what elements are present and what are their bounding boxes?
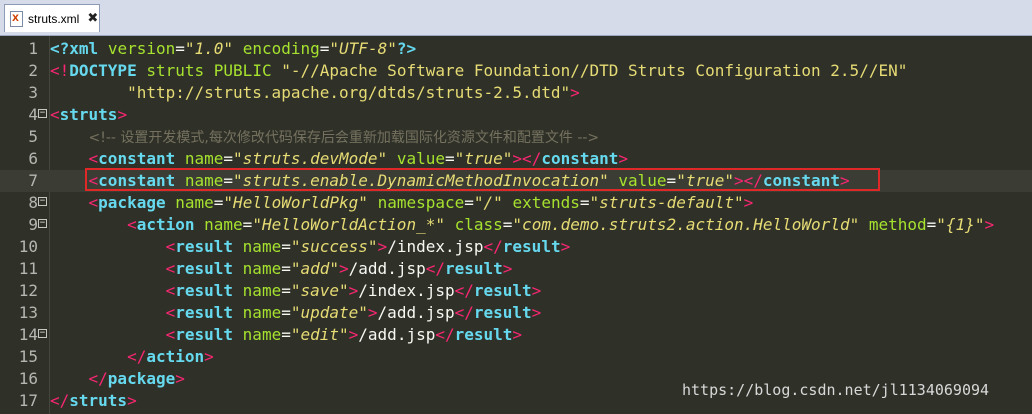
line-number: 5: [28, 127, 38, 146]
line-number: 16: [18, 369, 38, 388]
code-text: <?xml version="1.0" encoding="UTF-8"?>: [50, 39, 417, 58]
watermark: https://blog.csdn.net/jl1134069094: [682, 381, 990, 399]
line-number: 2: [28, 61, 38, 80]
tab-bar: X struts.xml ✖: [0, 0, 1032, 36]
fold-toggle-icon[interactable]: −: [38, 109, 47, 118]
code-text: "http://struts.apache.org/dtds/struts-2.…: [127, 83, 580, 102]
line-number: 6: [28, 149, 38, 168]
code-line-9[interactable]: 9 − <action name="HelloWorldAction_*" cl…: [0, 214, 1032, 236]
code-text: </struts>: [50, 391, 137, 410]
code-line-14[interactable]: 14 − <result name="edit">/add.jsp</resul…: [0, 324, 1032, 346]
code-editor[interactable]: 1 <?xml version="1.0" encoding="UTF-8"?>…: [0, 36, 1032, 414]
xml-file-icon: X: [10, 10, 23, 27]
code-text: </package>: [88, 369, 185, 388]
tab-struts-xml[interactable]: X struts.xml ✖: [4, 4, 100, 32]
line-number: 10: [18, 237, 38, 256]
line-number: 15: [18, 347, 38, 366]
code-text: <!-- 设置开发模式,每次修改代码保存后会重新加载国际化资源文件和配置文件 -…: [88, 130, 600, 146]
line-number: 7: [28, 171, 38, 190]
line-number: 12: [18, 281, 38, 300]
code-line-12[interactable]: 12 <result name="save">/index.jsp</resul…: [0, 280, 1032, 302]
code-line-15[interactable]: 15 </action>: [0, 346, 1032, 368]
code-line-3[interactable]: 3 "http://struts.apache.org/dtds/struts-…: [0, 82, 1032, 104]
line-number: 11: [18, 259, 38, 278]
fold-toggle-icon[interactable]: −: [38, 329, 47, 338]
code-text: <!DOCTYPE struts PUBLIC "-//Apache Softw…: [50, 61, 908, 80]
code-line-2[interactable]: 2 <!DOCTYPE struts PUBLIC "-//Apache Sof…: [0, 60, 1032, 82]
line-number: 13: [18, 303, 38, 322]
line-number: 1: [28, 39, 38, 58]
code-text: <result name="update">/add.jsp</result>: [165, 303, 542, 322]
code-line-8[interactable]: 8 − <package name="HelloWorldPkg" namesp…: [0, 192, 1032, 214]
code-text: <result name="success">/index.jsp</resul…: [165, 237, 571, 256]
code-text: <result name="edit">/add.jsp</result>: [165, 325, 523, 344]
tab-label: struts.xml: [28, 11, 80, 26]
code-line-10[interactable]: 10 <result name="success">/index.jsp</re…: [0, 236, 1032, 258]
code-line-1[interactable]: 1 <?xml version="1.0" encoding="UTF-8"?>: [0, 38, 1032, 60]
code-text: <action name="HelloWorldAction_*" class=…: [127, 215, 995, 234]
code-line-11[interactable]: 11 <result name="add">/add.jsp</result>: [0, 258, 1032, 280]
code-line-4[interactable]: 4 − <struts>: [0, 104, 1032, 126]
code-line-7[interactable]: 7 <constant name="struts.enable.DynamicM…: [0, 170, 1032, 192]
code-text: <struts>: [50, 105, 128, 124]
fold-toggle-icon[interactable]: −: [38, 219, 47, 228]
code-text: <constant name="struts.enable.DynamicMet…: [88, 171, 850, 190]
code-text: <package name="HelloWorldPkg" namespace=…: [88, 193, 754, 212]
line-number: 14: [18, 325, 38, 344]
code-text: <result name="add">/add.jsp</result>: [165, 259, 513, 278]
code-line-6[interactable]: 6 <constant name="struts.devMode" value=…: [0, 148, 1032, 170]
code-line-13[interactable]: 13 <result name="update">/add.jsp</resul…: [0, 302, 1032, 324]
code-text: <result name="save">/index.jsp</result>: [165, 281, 542, 300]
line-number: 3: [28, 83, 38, 102]
code-line-5[interactable]: 5 <!-- 设置开发模式,每次修改代码保存后会重新加载国际化资源文件和配置文件…: [0, 126, 1032, 148]
line-number: 17: [18, 391, 38, 410]
code-text: </action>: [127, 347, 214, 366]
close-icon[interactable]: ✖: [87, 11, 98, 26]
line-number: 9: [28, 215, 38, 234]
line-number: 8: [28, 193, 38, 212]
line-number: 4: [28, 105, 38, 124]
code-text: <constant name="struts.devMode" value="t…: [88, 149, 629, 168]
fold-toggle-icon[interactable]: −: [38, 197, 47, 206]
